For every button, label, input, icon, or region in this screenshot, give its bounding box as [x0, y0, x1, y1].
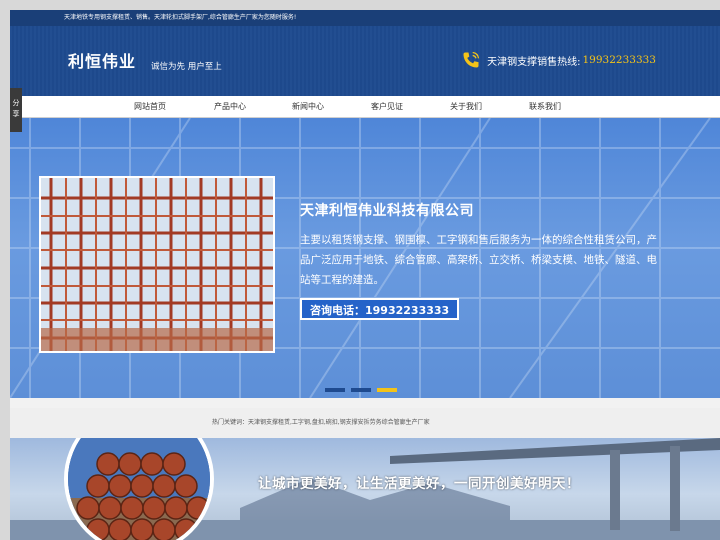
site-logo[interactable]: 利恒伟业 — [68, 48, 136, 72]
page: 天津地铁专用钢支撑租赁、销售。天津轮扣式脚手架厂,综合管廊生产厂家为您随时服务!… — [10, 10, 720, 540]
phone-icon — [463, 51, 480, 68]
scaffold-photo — [39, 176, 275, 353]
nav-item-news[interactable]: 新闻中心 — [278, 96, 338, 118]
nav-item-cases[interactable]: 客户见证 — [357, 96, 417, 118]
nav-item-products[interactable]: 产品中心 — [200, 96, 260, 118]
header: 利恒伟业 诚信为先 用户至上 天津钢支撑销售热线: 19932233333 — [10, 26, 720, 96]
company-description: 主要以租赁钢支撑、钢围檩、工字钢和售后服务为一体的综合性租赁公司，产品广泛应用于… — [300, 234, 657, 286]
hotline: 天津钢支撑销售热线: 19932233333 — [461, 50, 656, 70]
slogan-banner: 让城市更美好，让生活更美好，一同开创美好明天！ — [10, 438, 720, 540]
company-name: 天津利恒伟业科技有限公司 — [300, 203, 474, 219]
slider-dots — [325, 388, 397, 392]
slogan: 诚信为先 用户至上 — [151, 62, 222, 72]
slider-dot-1[interactable] — [325, 388, 345, 392]
consult-phone-button[interactable]: 咨询电话：19932233333 — [300, 298, 460, 320]
hotline-number[interactable]: 19932233333 — [583, 54, 657, 66]
top-announcement: 天津地铁专用钢支撑租赁、销售。天津轮扣式脚手架厂,综合管廊生产厂家为您随时服务! — [10, 10, 720, 26]
hot-keywords: 热门关键词：天津钢支撑租赁,工字钢,盘扣,碗扣,钢支撑安拆劳务综合管廊生产厂家 — [212, 419, 430, 426]
hero-slider: 天津利恒伟业科技有限公司 主要以租赁钢支撑、钢围檩、工字钢和售后服务为一体的综合… — [10, 118, 720, 398]
nav-item-about[interactable]: 关于我们 — [436, 96, 496, 118]
slider-dot-2[interactable] — [351, 388, 371, 392]
nav-item-contact[interactable]: 联系我们 — [515, 96, 575, 118]
steel-pipes-photo — [64, 438, 214, 540]
share-label-2: 享 — [12, 110, 20, 118]
share-tab[interactable]: 分 享 — [10, 88, 22, 132]
hot-keywords-bar: 热门关键词：天津钢支撑租赁,工字钢,盘扣,碗扣,钢支撑安拆劳务综合管廊生产厂家 — [10, 408, 720, 438]
hotline-label: 天津钢支撑销售热线: — [487, 56, 581, 68]
share-label-1: 分 — [12, 99, 20, 107]
nav-item-home[interactable]: 网站首页 — [120, 96, 180, 118]
main-nav: 网站首页 产品中心 新闻中心 客户见证 关于我们 联系我们 — [10, 96, 720, 118]
scaffold-illustration — [41, 178, 273, 351]
banner-slogan: 让城市更美好，让生活更美好，一同开创美好明天！ — [258, 476, 580, 492]
steel-pipes-illustration — [68, 438, 210, 540]
slider-dot-3[interactable] — [377, 388, 397, 392]
